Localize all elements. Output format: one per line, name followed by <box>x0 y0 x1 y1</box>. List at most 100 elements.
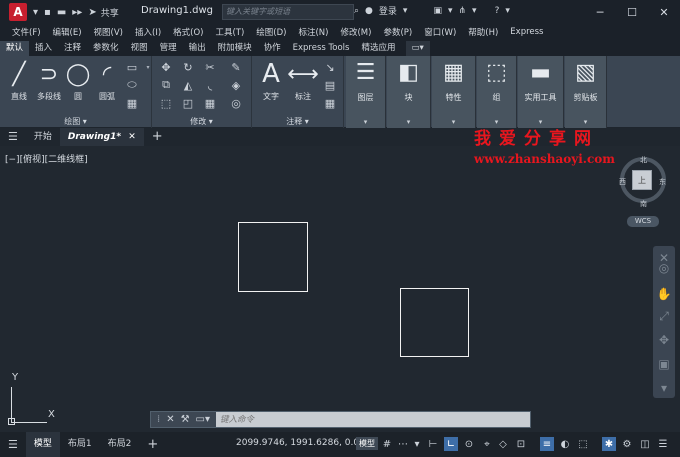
arc-tool[interactable]: ◜ 圆弧 <box>90 60 124 102</box>
menu-item-0[interactable]: 文件(F) <box>12 26 41 38</box>
chevron-down-icon[interactable]: ▾ <box>448 6 453 16</box>
menu-item-3[interactable]: 插入(I) <box>135 26 161 38</box>
snap-icon[interactable]: ⋯ <box>396 437 410 451</box>
customize-icon[interactable]: ☰ <box>656 437 670 451</box>
cart-icon[interactable]: ▣ <box>433 6 442 16</box>
compass-east[interactable]: 东 <box>659 177 666 187</box>
object-snap-icon[interactable]: ⊡ <box>514 437 528 451</box>
layout-tab-layout1[interactable]: 布局1 <box>60 432 100 457</box>
menu-item-7[interactable]: 标注(N) <box>298 26 328 38</box>
zoom-extents-icon[interactable]: ⤢ <box>656 308 672 324</box>
ucs-origin-icon[interactable] <box>8 418 15 425</box>
search-icon[interactable]: ⌕ <box>354 6 359 16</box>
rectangle-icon[interactable]: ▭ <box>124 60 140 74</box>
selection-cycling-icon[interactable]: ⬚ <box>576 437 590 451</box>
menu-item-1[interactable]: 编辑(E) <box>53 26 82 38</box>
leader-icon[interactable]: ↘ <box>322 60 338 74</box>
group-block[interactable]: ⬚ 组 ▾ <box>477 56 517 128</box>
minimize-button[interactable]: ─ <box>584 0 616 24</box>
add-layout-button[interactable]: + <box>139 432 166 457</box>
menu-item-5[interactable]: 工具(T) <box>215 26 244 38</box>
viewport-label[interactable]: [−][俯视][二维线框] <box>5 152 88 165</box>
hamburger-menu-icon[interactable]: ☰ <box>0 432 26 457</box>
draw-panel-title[interactable]: 绘图 ▾ <box>0 116 151 127</box>
quick-access-more-icon[interactable]: ▸▸ <box>72 7 82 18</box>
ribbon-tab-0[interactable]: 默认 <box>0 41 30 56</box>
ribbon-tab-10[interactable]: 精选应用 <box>355 41 401 56</box>
compass-south[interactable]: 南 <box>640 199 647 209</box>
copy-icon[interactable]: ⧉ <box>158 78 174 92</box>
new-file-icon[interactable]: ▪ <box>44 7 51 18</box>
share-arrow-icon[interactable]: ➤ <box>88 7 96 18</box>
model-space-button[interactable]: 模型 <box>356 437 378 450</box>
ribbon-tab-8[interactable]: 协作 <box>258 41 287 56</box>
ribbon-tab-9[interactable]: Express Tools <box>287 41 356 56</box>
grip-icon[interactable]: ⁞ <box>157 414 160 425</box>
close-icon[interactable]: ✕ <box>128 132 136 142</box>
steering-wheel-icon[interactable]: ◎ <box>656 260 672 276</box>
layers-block[interactable]: ☰ 图层 ▾ <box>346 56 386 128</box>
move-icon[interactable]: ✥ <box>158 60 174 74</box>
annotation-panel-title[interactable]: 注释 ▾ <box>252 116 343 127</box>
workspace-icon[interactable]: ⚙ <box>620 437 634 451</box>
maximize-button[interactable]: ☐ <box>616 0 648 24</box>
menu-item-8[interactable]: 修改(M) <box>340 26 371 38</box>
chevron-down-icon[interactable]: ▾ <box>472 6 477 16</box>
share-button[interactable]: 共享 <box>101 6 119 19</box>
trim-icon[interactable]: ✂ <box>202 60 218 74</box>
offset-icon[interactable]: ◎ <box>228 96 244 110</box>
ribbon-tab-4[interactable]: 视图 <box>125 41 154 56</box>
network-icon[interactable]: ⋔ <box>459 6 467 16</box>
text-tool[interactable]: A 文字 <box>254 59 288 102</box>
ribbon-tab-6[interactable]: 输出 <box>183 41 212 56</box>
chevron-down-icon[interactable]: ▾ <box>410 437 424 451</box>
menu-item-11[interactable]: 帮助(H) <box>468 26 498 38</box>
application-menu-icon[interactable]: ☰ <box>0 128 26 146</box>
drawing-canvas[interactable] <box>0 146 680 432</box>
dynamic-input-icon[interactable]: ⊢ <box>426 437 440 451</box>
fillet-icon[interactable]: ◟ <box>202 78 218 92</box>
line-tool[interactable]: ╱ 直线 <box>2 60 36 102</box>
utilities-block[interactable]: ▬ 实用工具 ▾ <box>518 56 564 128</box>
table-icon[interactable]: ▤ <box>322 78 338 92</box>
dropdown-arrow-icon[interactable]: ▾ <box>33 7 38 18</box>
orbit-icon[interactable]: ✥ <box>656 332 672 348</box>
properties-block[interactable]: ▦ 特性 ▾ <box>432 56 476 128</box>
customize-wrench-icon[interactable]: ⚒ <box>181 414 190 425</box>
menu-item-4[interactable]: 格式(O) <box>173 26 203 38</box>
stretch-icon[interactable]: ⬚ <box>158 96 174 110</box>
array-icon[interactable]: ▦ <box>202 96 218 110</box>
tab-start[interactable]: 开始 <box>26 128 60 146</box>
chevron-down-icon[interactable]: ▾ <box>403 6 408 16</box>
ribbon-tab-7[interactable]: 附加模块 <box>212 41 258 56</box>
ribbon-tab-1[interactable]: 插入 <box>29 41 58 56</box>
isodraft-icon[interactable]: ⌖ <box>480 437 494 451</box>
polar-tracking-icon[interactable]: ⊙ <box>462 437 476 451</box>
menu-item-2[interactable]: 视图(V) <box>94 26 123 38</box>
explode-icon[interactable]: ◈ <box>228 78 244 92</box>
close-button[interactable]: ✕ <box>648 0 680 24</box>
open-folder-icon[interactable]: ▬ <box>57 7 66 18</box>
scale-icon[interactable]: ◰ <box>180 96 196 110</box>
rectangle-shape[interactable] <box>238 222 308 292</box>
viewcube-top-face[interactable]: 上 <box>632 170 652 190</box>
table-grid-icon[interactable]: ▦ <box>322 96 338 110</box>
isolate-objects-icon[interactable]: ◫ <box>638 437 652 451</box>
lineweight-icon[interactable]: ≡ <box>540 437 554 451</box>
tab-drawing1[interactable]: Drawing1* ✕ <box>59 128 144 146</box>
modify-panel-title[interactable]: 修改 ▾ <box>152 116 251 127</box>
help-icon[interactable]: ? <box>495 6 500 16</box>
command-input[interactable] <box>216 412 530 427</box>
ellipse-icon[interactable]: ⬭ <box>124 78 140 92</box>
grid-icon[interactable]: # <box>380 437 394 451</box>
wcs-menu[interactable]: WCS <box>627 216 659 227</box>
autocad-logo[interactable]: A <box>9 3 27 21</box>
ribbon-tab-5[interactable]: 管理 <box>154 41 183 56</box>
rotate-icon[interactable]: ↻ <box>180 60 196 74</box>
pan-hand-icon[interactable]: ✋ <box>656 286 672 302</box>
clipboard-block[interactable]: ▧ 剪贴板 ▾ <box>565 56 607 128</box>
menu-item-9[interactable]: 参数(P) <box>383 26 412 38</box>
transparency-icon[interactable]: ◐ <box>558 437 572 451</box>
layout-tab-model[interactable]: 模型 <box>25 432 60 457</box>
hatch-icon[interactable]: ▦ <box>124 96 140 110</box>
